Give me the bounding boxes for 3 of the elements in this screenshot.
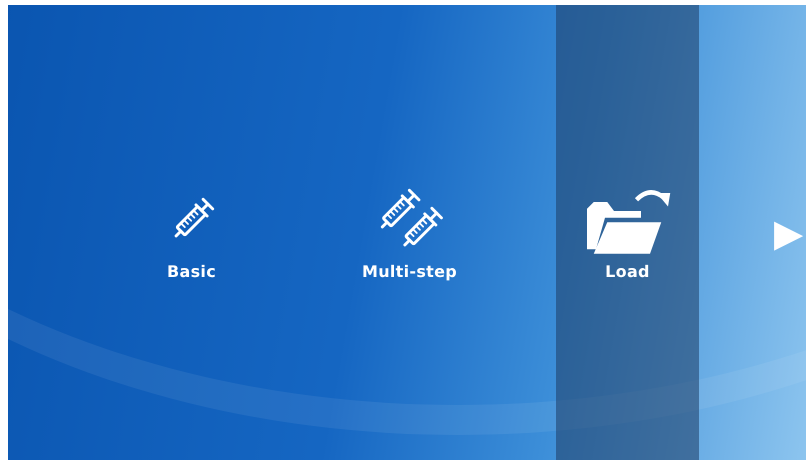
menu-item[interactable]: Multi-step <box>338 5 481 460</box>
menu-item[interactable]: Basic <box>120 5 263 460</box>
menu-item[interactable]: Load <box>556 5 699 460</box>
